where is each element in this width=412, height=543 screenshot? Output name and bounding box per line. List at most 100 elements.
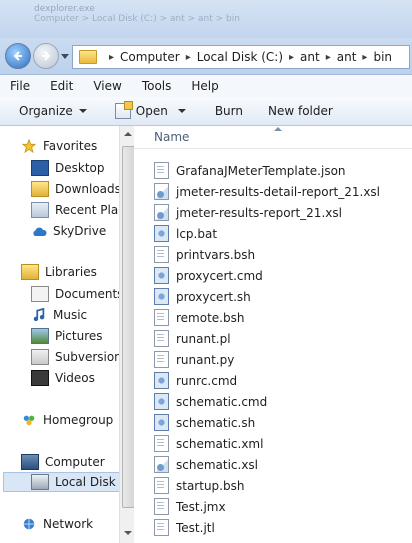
file-row[interactable]: Test.jtl — [154, 517, 215, 538]
breadcrumb-local-disk[interactable]: Local Disk (C:) — [197, 50, 283, 64]
file-row[interactable]: printvars.bsh — [154, 244, 255, 265]
file-name: schematic.sh — [176, 415, 256, 430]
chevron-right-icon[interactable]: ▸ — [289, 52, 294, 63]
navigation-pane-scrollbar[interactable] — [119, 126, 135, 543]
chevron-right-icon[interactable]: ▸ — [362, 52, 367, 63]
address-bar[interactable]: ▸ Computer ▸ Local Disk (C:) ▸ ant ▸ ant… — [72, 45, 410, 69]
nav-computer[interactable]: Computer — [21, 452, 105, 472]
chevron-right-icon[interactable]: ▸ — [326, 52, 331, 63]
subversion-icon — [31, 349, 49, 365]
nav-local-disk[interactable]: Local Disk (C — [3, 472, 119, 492]
file-name: lcp.bat — [176, 226, 218, 241]
script-gear-icon — [154, 414, 169, 431]
caret-down-icon — [177, 109, 186, 113]
menu-file[interactable]: File — [0, 79, 40, 93]
nav-subversion[interactable]: Subversion — [31, 347, 119, 367]
organize-label: Organize — [19, 104, 73, 118]
arrow-right-icon — [42, 51, 51, 61]
file-row[interactable]: startup.bsh — [154, 475, 244, 496]
arrow-left-icon — [13, 51, 22, 61]
recent-locations-dropdown[interactable] — [61, 54, 69, 59]
file-name: runrc.cmd — [176, 373, 238, 388]
nav-documents[interactable]: Documents — [31, 284, 119, 304]
file-row[interactable]: lcp.bat — [154, 223, 217, 244]
file-row[interactable]: schematic.sh — [154, 412, 255, 433]
nav-videos[interactable]: Videos — [31, 368, 95, 388]
file-name: runant.pl — [176, 331, 231, 346]
file-row[interactable]: proxycert.sh — [154, 286, 251, 307]
open-button[interactable]: Open — [98, 101, 197, 119]
scroll-up-icon[interactable] — [124, 132, 132, 136]
file-name: Test.jtl — [176, 520, 215, 535]
new-folder-label: New folder — [268, 104, 333, 118]
window-title: dexplorer.exe — [34, 4, 95, 14]
file-row[interactable]: runant.py — [154, 349, 234, 370]
menu-help[interactable]: Help — [181, 79, 228, 93]
xsl-file-icon — [154, 456, 169, 473]
nav-music[interactable]: Music — [31, 305, 87, 325]
downloads-folder-icon — [31, 181, 49, 197]
xsl-file-icon — [154, 183, 169, 200]
cloud-icon — [33, 227, 47, 236]
new-folder-button[interactable]: New folder — [254, 104, 344, 118]
file-name: Test.jmx — [176, 499, 226, 514]
file-row[interactable]: schematic.xml — [154, 433, 263, 454]
organize-button[interactable]: Organize — [0, 104, 98, 118]
nav-desktop[interactable]: Desktop — [31, 158, 105, 178]
script-gear-icon — [154, 372, 169, 389]
forward-button[interactable] — [33, 43, 59, 69]
file-name: jmeter-results-report_21.xsl — [176, 205, 342, 220]
nav-libraries[interactable]: Libraries — [21, 262, 97, 282]
menu-bar: File Edit View Tools Help — [0, 75, 412, 98]
nav-pictures[interactable]: Pictures — [31, 326, 103, 346]
chevron-right-icon[interactable]: ▸ — [186, 52, 191, 63]
breadcrumb-ant[interactable]: ant — [300, 50, 320, 64]
file-row[interactable]: Test.jmx — [154, 496, 226, 517]
recent-places-icon — [31, 202, 49, 218]
breadcrumb-bin[interactable]: bin — [373, 50, 392, 64]
desktop-icon — [31, 160, 49, 176]
document-icon — [154, 351, 169, 368]
menu-edit[interactable]: Edit — [40, 79, 83, 93]
file-name: proxycert.sh — [176, 289, 251, 304]
column-header-name[interactable]: Name — [134, 126, 412, 149]
scroll-down-icon[interactable] — [124, 531, 132, 535]
command-toolbar: Organize Open Burn New folder — [0, 97, 412, 126]
document-icon — [154, 246, 169, 263]
computer-icon — [21, 454, 39, 470]
folder-icon — [79, 50, 97, 64]
music-note-icon — [33, 308, 45, 322]
pictures-icon — [31, 328, 49, 344]
file-row[interactable]: schematic.xsl — [154, 454, 258, 475]
nav-downloads[interactable]: Downloads — [31, 179, 119, 199]
file-row[interactable]: GrafanaJMeterTemplate.json — [154, 160, 346, 181]
nav-favorites[interactable]: Favorites — [21, 136, 97, 156]
breadcrumb-ant-2[interactable]: ant — [337, 50, 357, 64]
breadcrumb-computer[interactable]: Computer — [120, 50, 180, 64]
file-name: proxycert.cmd — [176, 268, 263, 283]
caret-down-icon — [78, 109, 87, 113]
file-row[interactable]: jmeter-results-report_21.xsl — [154, 202, 342, 223]
document-icon — [154, 435, 169, 452]
menu-tools[interactable]: Tools — [132, 79, 182, 93]
file-name: jmeter-results-detail-report_21.xsl — [176, 184, 380, 199]
file-row[interactable]: schematic.cmd — [154, 391, 267, 412]
file-row[interactable]: proxycert.cmd — [154, 265, 263, 286]
file-row[interactable]: runrc.cmd — [154, 370, 237, 391]
burn-label: Burn — [214, 104, 243, 118]
file-row[interactable]: remote.bsh — [154, 307, 244, 328]
file-row[interactable]: runant.pl — [154, 328, 231, 349]
menu-view[interactable]: View — [83, 79, 131, 93]
chevron-right-icon[interactable]: ▸ — [109, 52, 114, 63]
file-name: remote.bsh — [176, 310, 245, 325]
open-label: Open — [135, 104, 168, 118]
nav-homegroup[interactable]: Homegroup — [21, 410, 113, 430]
document-icon — [154, 330, 169, 347]
file-name: printvars.bsh — [176, 247, 256, 262]
back-button[interactable] — [5, 43, 31, 69]
burn-button[interactable]: Burn — [197, 104, 254, 118]
nav-skydrive[interactable]: SkyDrive — [31, 221, 106, 241]
nav-recent-places[interactable]: Recent Place — [31, 200, 119, 220]
file-row[interactable]: jmeter-results-detail-report_21.xsl — [154, 181, 380, 202]
nav-network[interactable]: Network — [21, 514, 93, 534]
